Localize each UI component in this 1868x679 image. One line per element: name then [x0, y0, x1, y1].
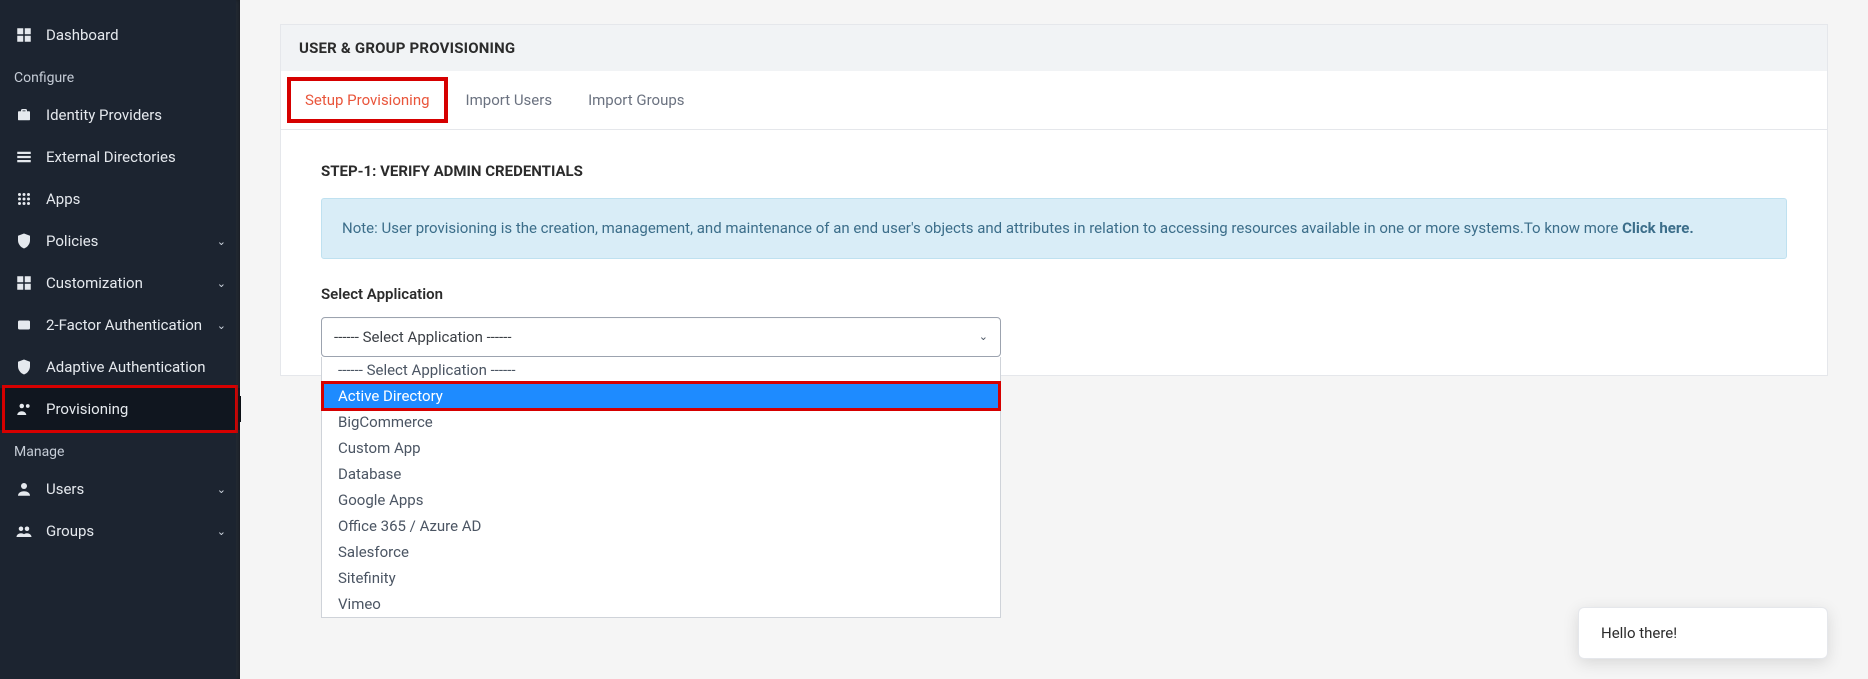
sidebar-item-label: Dashboard [46, 26, 226, 44]
sidebar-item-adaptive-auth[interactable]: Adaptive Authentication [0, 346, 240, 388]
panel-title: USER & GROUP PROVISIONING [281, 25, 1827, 71]
sidebar-item-label: Customization [46, 274, 217, 292]
tab-setup-provisioning[interactable]: Setup Provisioning [287, 71, 448, 129]
sidebar-item-label: External Directories [46, 148, 226, 166]
sidebar-item-apps[interactable]: Apps [0, 178, 240, 220]
sidebar-item-customization[interactable]: Customization ⌄ [0, 262, 240, 304]
chevron-down-icon: ⌄ [217, 277, 226, 290]
shield-search-icon [14, 231, 34, 251]
chevron-down-icon: ⌄ [979, 330, 988, 343]
sidebar-item-label: Identity Providers [46, 106, 226, 124]
sidebar-item-label: Adaptive Authentication [46, 358, 226, 376]
tab-import-groups[interactable]: Import Groups [570, 71, 702, 129]
sidebar-item-label: Policies [46, 232, 217, 250]
users-sync-icon [14, 399, 34, 419]
grid-icon [14, 189, 34, 209]
sidebar-item-identity-providers[interactable]: Identity Providers [0, 94, 240, 136]
tab-label: Import Groups [588, 91, 684, 109]
sidebar-item-label: Users [46, 480, 217, 498]
option-custom-app[interactable]: Custom App [322, 435, 1000, 461]
sidebar-item-groups[interactable]: Groups ⌄ [0, 510, 240, 552]
sidebar-item-users[interactable]: Users ⌄ [0, 468, 240, 510]
chevron-down-icon: ⌄ [217, 319, 226, 332]
select-current-value: ------ Select Application ------ [334, 328, 511, 346]
info-note-text: Note: User provisioning is the creation,… [342, 219, 1622, 237]
select-application[interactable]: ------ Select Application ------ ⌄ [321, 317, 1001, 357]
step-title: STEP-1: VERIFY ADMIN CREDENTIALS [321, 162, 1787, 180]
tab-label: Setup Provisioning [305, 91, 430, 109]
tab-import-users[interactable]: Import Users [448, 71, 571, 129]
option-database[interactable]: Database [322, 461, 1000, 487]
info-note: Note: User provisioning is the creation,… [321, 198, 1787, 259]
chat-bubble[interactable]: Hello there! [1578, 607, 1828, 659]
tabs-bar: Setup Provisioning Import Users Import G… [281, 71, 1827, 130]
dashboard-icon [14, 25, 34, 45]
select-application-label: Select Application [321, 285, 1787, 303]
main-content: USER & GROUP PROVISIONING Setup Provisio… [240, 0, 1868, 679]
select-application-wrap: ------ Select Application ------ ⌄ -----… [321, 317, 1001, 357]
option-placeholder[interactable]: ------ Select Application ------ [322, 357, 1000, 383]
option-google-apps[interactable]: Google Apps [322, 487, 1000, 513]
sidebar-item-label: 2-Factor Authentication [46, 316, 217, 334]
sidebar-item-external-directories[interactable]: External Directories [0, 136, 240, 178]
group-icon [14, 521, 34, 541]
chevron-down-icon: ⌄ [217, 235, 226, 248]
briefcase-icon [14, 105, 34, 125]
sidebar-item-label: Apps [46, 190, 226, 208]
puzzle-icon [14, 273, 34, 293]
provisioning-panel: USER & GROUP PROVISIONING Setup Provisio… [280, 24, 1828, 376]
chat-greeting: Hello there! [1601, 624, 1677, 642]
option-sitefinity[interactable]: Sitefinity [322, 565, 1000, 591]
option-bigcommerce[interactable]: BigCommerce [322, 409, 1000, 435]
shield-check-icon [14, 357, 34, 377]
user-icon [14, 479, 34, 499]
select-application-dropdown: ------ Select Application ------ Active … [321, 357, 1001, 618]
sidebar-item-two-factor[interactable]: 2-Factor Authentication ⌄ [0, 304, 240, 346]
option-active-directory[interactable]: Active Directory [322, 383, 1000, 409]
sidebar-item-label: Groups [46, 522, 217, 540]
sidebar: Dashboard Configure Identity Providers E… [0, 0, 240, 679]
tab-label: Import Users [466, 91, 553, 109]
sidebar-item-provisioning[interactable]: Provisioning [0, 388, 240, 430]
chevron-down-icon: ⌄ [217, 525, 226, 538]
list-icon [14, 147, 34, 167]
sidebar-item-dashboard[interactable]: Dashboard [0, 14, 240, 56]
chevron-down-icon: ⌄ [217, 483, 226, 496]
keypad-icon [14, 315, 34, 335]
option-salesforce[interactable]: Salesforce [322, 539, 1000, 565]
panel-body: STEP-1: VERIFY ADMIN CREDENTIALS Note: U… [281, 130, 1827, 375]
sidebar-section-manage: Manage [0, 430, 240, 468]
option-vimeo[interactable]: Vimeo [322, 591, 1000, 617]
info-note-link[interactable]: Click here. [1622, 219, 1694, 237]
sidebar-section-configure: Configure [0, 56, 240, 94]
sidebar-item-label: Provisioning [46, 400, 226, 418]
option-office365[interactable]: Office 365 / Azure AD [322, 513, 1000, 539]
sidebar-item-policies[interactable]: Policies ⌄ [0, 220, 240, 262]
